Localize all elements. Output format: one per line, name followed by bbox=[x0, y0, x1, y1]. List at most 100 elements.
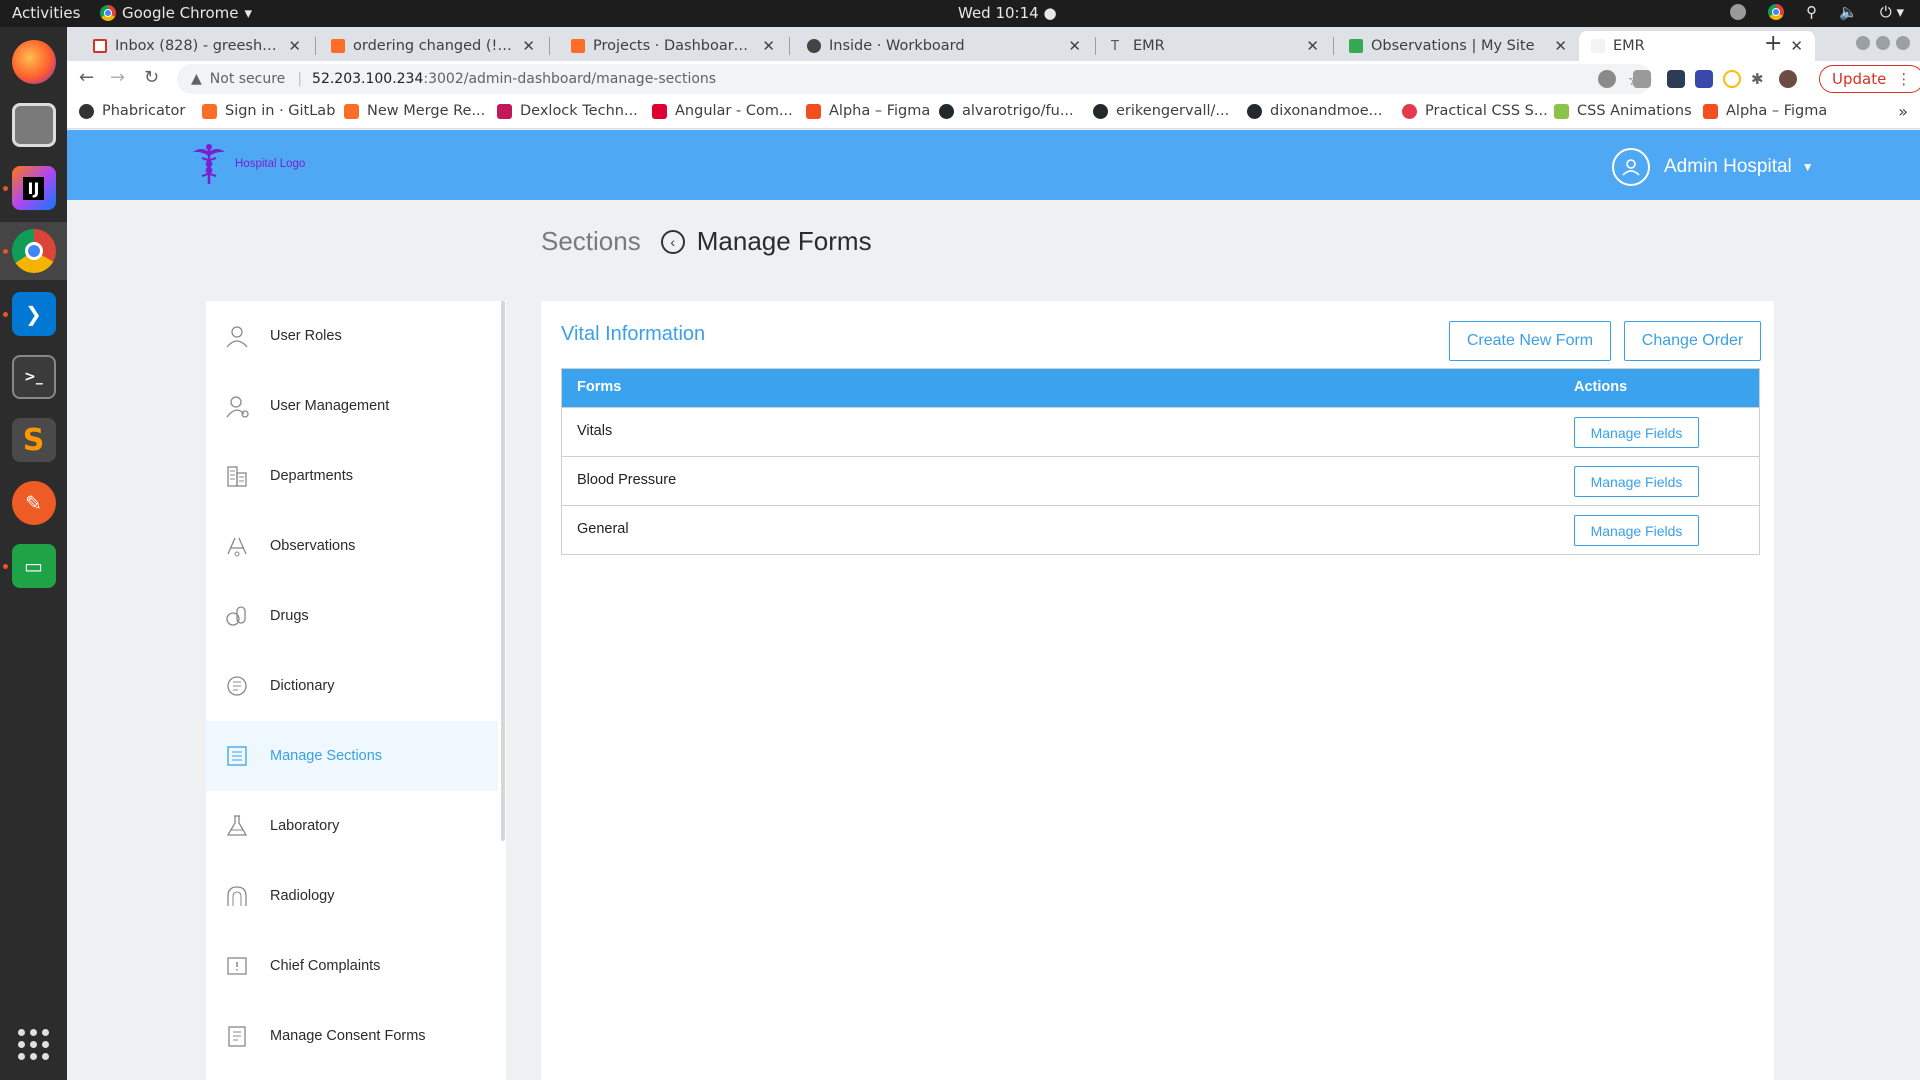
dock-terminal[interactable]: >_ bbox=[0, 348, 67, 406]
update-button[interactable]: Update ⋮ bbox=[1819, 65, 1920, 93]
github-icon bbox=[1093, 103, 1108, 119]
window-controls[interactable] bbox=[1856, 36, 1910, 50]
user-avatar-icon bbox=[1612, 148, 1650, 186]
chrome-tray-icon[interactable] bbox=[1768, 4, 1785, 20]
manage-fields-button[interactable]: Manage Fields bbox=[1574, 515, 1699, 546]
tab-projects[interactable]: Projects · Dashboard · Git ✕ bbox=[559, 31, 787, 61]
extension-icon[interactable] bbox=[1598, 70, 1616, 88]
maximize-icon[interactable] bbox=[1876, 36, 1890, 50]
system-tray[interactable]: ⚲ 🔈 ⏻ ▾ bbox=[1730, 3, 1904, 21]
dock-chrome[interactable] bbox=[0, 222, 67, 280]
gitlab-icon bbox=[571, 39, 585, 53]
reload-icon[interactable]: ↻ bbox=[144, 67, 159, 88]
close-icon[interactable]: ✕ bbox=[1554, 37, 1567, 55]
sidebar-item-manage-sections[interactable]: Manage Sections bbox=[206, 721, 498, 791]
sidebar-item-chief-complaints[interactable]: Chief Complaints bbox=[206, 931, 498, 1001]
bookmark-item[interactable]: Alpha – Figma bbox=[806, 103, 930, 119]
close-icon[interactable]: ✕ bbox=[1068, 37, 1081, 55]
address-bar[interactable]: ▲ Not secure | 52.203.100.234 :3002/admi… bbox=[177, 64, 1652, 94]
clock[interactable]: Wed 10:14 ● bbox=[958, 4, 1057, 22]
tab-emr[interactable]: T EMR ✕ bbox=[1099, 31, 1331, 61]
dock-files[interactable] bbox=[0, 96, 67, 154]
close-icon[interactable]: ✕ bbox=[522, 37, 535, 55]
bookmark-item[interactable]: Alpha – Figma bbox=[1703, 103, 1827, 119]
puzzle-icon[interactable]: ✱ bbox=[1751, 70, 1769, 88]
more-vert-icon: ⋮ bbox=[1896, 70, 1912, 88]
sidebar-item-label: User Management bbox=[270, 398, 390, 414]
back-icon[interactable]: ← bbox=[79, 67, 94, 88]
bookmark-item[interactable]: Phabricator bbox=[79, 103, 185, 119]
hospital-logo[interactable]: Hospital Logo bbox=[187, 142, 305, 186]
tab-title: Inbox (828) - greeshma@c bbox=[115, 38, 280, 54]
manage-fields-button[interactable]: Manage Fields bbox=[1574, 466, 1699, 497]
user-menu[interactable]: Admin Hospital ▼ bbox=[1612, 148, 1814, 186]
profile-avatar[interactable] bbox=[1779, 70, 1797, 88]
sidebar-item-dictionary[interactable]: Dictionary bbox=[206, 651, 498, 721]
extension-icon[interactable] bbox=[1633, 70, 1651, 88]
radiology-icon bbox=[224, 883, 250, 909]
close-window-icon[interactable] bbox=[1896, 36, 1910, 50]
bookmark-item[interactable]: New Merge Re... bbox=[344, 103, 485, 119]
close-icon[interactable]: ✕ bbox=[1306, 37, 1319, 55]
bookmark-item[interactable]: Dexlock Techn... bbox=[497, 103, 638, 119]
create-new-form-button[interactable]: Create New Form bbox=[1449, 321, 1611, 361]
sidebar-item-label: Laboratory bbox=[270, 818, 340, 834]
chat-icon: ▭ bbox=[11, 544, 56, 588]
dock-sublime[interactable]: S bbox=[0, 411, 67, 469]
dock-show-apps[interactable] bbox=[0, 1015, 67, 1073]
not-secure-label: Not secure bbox=[209, 71, 286, 87]
bookmark-item[interactable]: erikengervall/... bbox=[1093, 103, 1229, 119]
bookmark-item[interactable]: Practical CSS S... bbox=[1402, 103, 1548, 119]
extension-icon[interactable] bbox=[1723, 70, 1741, 88]
back-circle-icon[interactable]: ‹ bbox=[660, 229, 685, 254]
app-menu-label: Google Chrome bbox=[122, 4, 239, 22]
bookmark-item[interactable]: alvarotrigo/fu... bbox=[939, 103, 1074, 119]
notification-icon[interactable] bbox=[1730, 4, 1747, 20]
sidebar-item-radiology[interactable]: Radiology bbox=[206, 861, 498, 931]
react-devtools-icon[interactable] bbox=[1667, 70, 1685, 88]
change-order-button[interactable]: Change Order bbox=[1624, 321, 1761, 361]
dock-postman[interactable]: ✎ bbox=[0, 474, 67, 532]
bookmark-item[interactable]: Angular - Com... bbox=[652, 103, 793, 119]
sidebar-item-departments[interactable]: Departments bbox=[206, 441, 498, 511]
activities-button[interactable]: Activities bbox=[12, 4, 80, 22]
power-icon[interactable]: ⏻ ▾ bbox=[1880, 3, 1904, 21]
complaint-icon bbox=[224, 953, 250, 979]
chevron-right-icon[interactable]: » bbox=[1898, 102, 1908, 121]
url-path: :3002/admin-dashboard/manage-sections bbox=[423, 71, 717, 87]
volume-icon[interactable]: 🔈 bbox=[1839, 3, 1858, 21]
dock-vscode[interactable]: ❯ bbox=[0, 285, 67, 343]
bookmark-item[interactable]: Sign in · GitLab bbox=[202, 103, 335, 119]
column-header-actions: Actions bbox=[1574, 379, 1628, 395]
app-menu[interactable]: Google Chrome ▾ bbox=[100, 4, 252, 22]
minimize-icon[interactable] bbox=[1856, 36, 1870, 50]
tab-merge-request[interactable]: ordering changed (!14) · M ✕ bbox=[319, 31, 547, 61]
sidebar-item-user-management[interactable]: User Management bbox=[206, 371, 498, 441]
bookmark-item[interactable]: CSS Animations bbox=[1554, 103, 1692, 119]
github-icon bbox=[1247, 103, 1262, 119]
close-icon[interactable]: ✕ bbox=[1790, 37, 1803, 55]
sidebar-item-manage-consent-forms[interactable]: Manage Consent Forms bbox=[206, 1001, 498, 1071]
sidebar-item-user-roles[interactable]: User Roles bbox=[206, 301, 498, 371]
sidebar-item-laboratory[interactable]: Laboratory bbox=[206, 791, 498, 861]
sidebar-scrollbar[interactable] bbox=[501, 301, 505, 841]
dock-firefox[interactable] bbox=[0, 33, 67, 91]
extension-icon[interactable] bbox=[1695, 70, 1713, 88]
network-icon[interactable]: ⚲ bbox=[1806, 3, 1817, 21]
sidebar-item-drugs[interactable]: Drugs bbox=[206, 581, 498, 651]
dock-chat[interactable]: ▭ bbox=[0, 537, 67, 595]
breadcrumb-sections[interactable]: Sections bbox=[541, 226, 641, 257]
bookmark-item[interactable]: dixonandmoe... bbox=[1247, 103, 1382, 119]
close-icon[interactable]: ✕ bbox=[762, 37, 775, 55]
show-apps-icon bbox=[18, 1028, 49, 1060]
sidebar-item-observations[interactable]: Observations bbox=[206, 511, 498, 581]
tab-workboard[interactable]: Inside · Workboard ✕ bbox=[795, 31, 1093, 61]
tab-observations[interactable]: Observations | My Site ✕ bbox=[1337, 31, 1579, 61]
dock-intellij[interactable]: IJ bbox=[0, 159, 67, 217]
close-icon[interactable]: ✕ bbox=[288, 37, 301, 55]
tab-inbox[interactable]: Inbox (828) - greeshma@c ✕ bbox=[81, 31, 313, 61]
new-tab-button[interactable]: + bbox=[1764, 31, 1782, 56]
sidebar-item-label: Manage Consent Forms bbox=[270, 1028, 426, 1044]
forward-icon[interactable]: → bbox=[110, 67, 125, 88]
manage-fields-button[interactable]: Manage Fields bbox=[1574, 417, 1699, 448]
